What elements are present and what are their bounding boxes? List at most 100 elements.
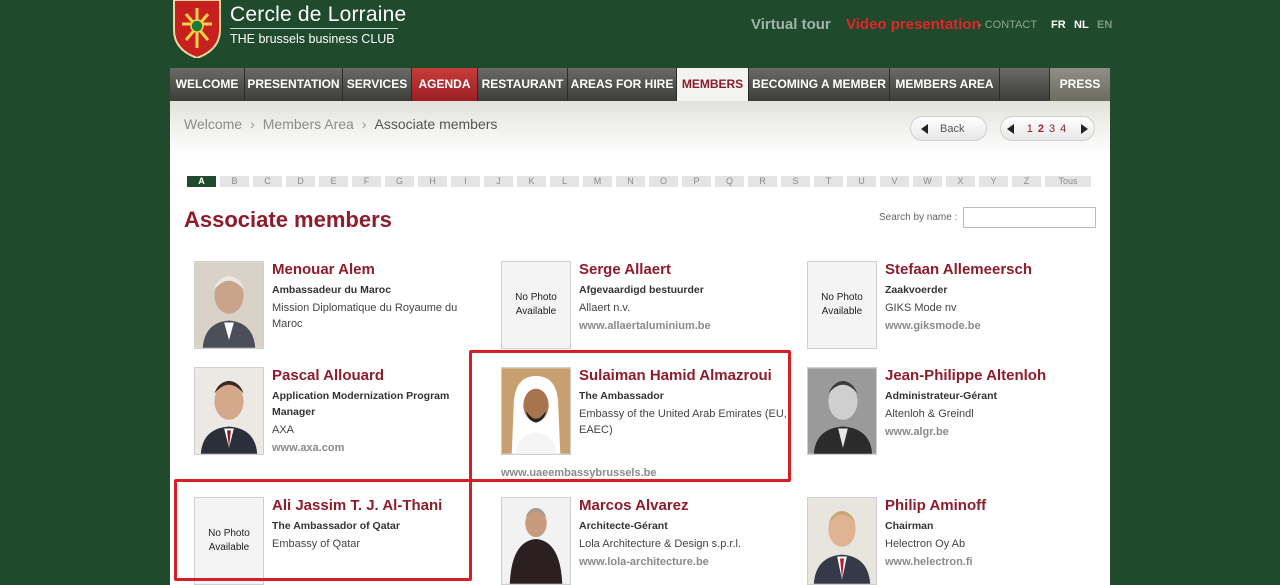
letter-d[interactable]: D	[286, 176, 315, 187]
letter-t[interactable]: T	[814, 176, 843, 187]
nav-restaurant[interactable]: RESTAURANT	[478, 68, 568, 101]
letter-e[interactable]: E	[319, 176, 348, 187]
member-photo[interactable]	[807, 497, 877, 585]
alphabet-filter: A B C D E F G H I J K L M N O P Q R S T …	[187, 176, 1091, 187]
chevron-right-icon: ›	[250, 116, 255, 132]
breadcrumb-current: Associate members	[374, 116, 498, 132]
member-role: Afgevaardigd bestuurder	[579, 284, 704, 296]
lang-nl-link[interactable]: NL	[1074, 19, 1089, 31]
lang-fr-link[interactable]: FR	[1051, 19, 1066, 31]
letter-h[interactable]: H	[418, 176, 447, 187]
page-3-link[interactable]: 3	[1048, 123, 1056, 135]
nav-spacer	[1000, 68, 1050, 101]
nav-becoming-a-member[interactable]: BECOMING A MEMBER	[749, 68, 890, 101]
letter-y[interactable]: Y	[979, 176, 1008, 187]
letter-p[interactable]: P	[682, 176, 711, 187]
page-4-link[interactable]: 4	[1059, 123, 1067, 135]
back-button[interactable]: Back	[910, 116, 987, 141]
nav-agenda[interactable]: AGENDA	[412, 68, 478, 101]
nav-areas-for-hire[interactable]: AREAS FOR HIRE	[568, 68, 677, 101]
member-org: GIKS Mode nv	[885, 302, 957, 314]
nav-welcome[interactable]: WELCOME	[170, 68, 245, 101]
search-label: Search by name :	[879, 212, 958, 223]
member-photo[interactable]: No Photo Available	[501, 261, 571, 349]
member-name[interactable]: Jean-Philippe Altenloh	[885, 367, 1095, 385]
member-photo[interactable]: No Photo Available	[807, 261, 877, 349]
member-name[interactable]: Stefaan Allemeersch	[885, 261, 1095, 279]
letter-q[interactable]: Q	[715, 176, 744, 187]
letter-x[interactable]: X	[946, 176, 975, 187]
highlight-box	[174, 479, 472, 581]
letter-z[interactable]: Z	[1012, 176, 1041, 187]
contact-link[interactable]: - CONTACT	[978, 19, 1037, 31]
letter-v[interactable]: V	[880, 176, 909, 187]
portrait-icon	[195, 368, 263, 454]
arrow-left-icon	[921, 123, 928, 134]
letter-u[interactable]: U	[847, 176, 876, 187]
page-title: Associate members	[184, 207, 392, 232]
letter-n[interactable]: N	[616, 176, 645, 187]
letter-s[interactable]: S	[781, 176, 810, 187]
breadcrumb-members-area[interactable]: Members Area	[263, 116, 354, 132]
nav-members-area[interactable]: MEMBERS AREA	[890, 68, 1000, 101]
brand-subtitle: THE brussels business CLUB	[230, 32, 395, 46]
member-role: Administrateur-Gérant	[885, 390, 998, 402]
letter-w[interactable]: W	[913, 176, 942, 187]
back-label: Back	[940, 122, 965, 135]
nav-services[interactable]: SERVICES	[343, 68, 412, 101]
page-1-link[interactable]: 1	[1026, 123, 1034, 135]
letter-i[interactable]: I	[451, 176, 480, 187]
letter-f[interactable]: F	[352, 176, 381, 187]
nav-press[interactable]: PRESS	[1050, 68, 1110, 101]
prev-page-icon[interactable]	[1007, 123, 1014, 134]
main-nav: WELCOME PRESENTATION SERVICES AGENDA RES…	[170, 68, 1110, 101]
member-role: Zaakvoerder	[885, 284, 948, 296]
letter-c[interactable]: C	[253, 176, 282, 187]
video-presentation-link[interactable]: Video presentation	[846, 16, 981, 33]
member-card: Pascal Allouard Application Modernizatio…	[194, 367, 484, 467]
letter-a[interactable]: A	[187, 176, 216, 187]
member-name[interactable]: Philip Aminoff	[885, 497, 1095, 515]
logo-shield-icon[interactable]	[172, 0, 222, 58]
member-website-link[interactable]: www.axa.com	[272, 440, 482, 456]
member-name[interactable]: Serge Allaert	[579, 261, 789, 279]
letter-tous[interactable]: Tous	[1045, 176, 1091, 187]
member-photo[interactable]	[807, 367, 877, 455]
member-name[interactable]: Marcos Alvarez	[579, 497, 789, 515]
brand-title[interactable]: Cercle de Lorraine	[230, 3, 406, 27]
letter-r[interactable]: R	[748, 176, 777, 187]
member-name[interactable]: Pascal Allouard	[272, 367, 482, 385]
member-name[interactable]: Menouar Alem	[272, 261, 482, 279]
member-photo[interactable]	[194, 261, 264, 349]
lang-en-link[interactable]: EN	[1097, 19, 1112, 31]
member-card: No Photo Available Serge Allaert Afgevaar…	[501, 261, 791, 361]
nav-members[interactable]: MEMBERS	[677, 68, 749, 101]
virtual-tour-link[interactable]: Virtual tour	[751, 16, 831, 33]
member-website-link[interactable]: www.giksmode.be	[885, 318, 1095, 334]
letter-g[interactable]: G	[385, 176, 414, 187]
letter-l[interactable]: L	[550, 176, 579, 187]
member-website-link[interactable]: www.algr.be	[885, 424, 1095, 440]
member-role: Architecte-Gérant	[579, 520, 668, 532]
letter-b[interactable]: B	[220, 176, 249, 187]
member-org: AXA	[272, 424, 295, 436]
search-input[interactable]	[963, 207, 1096, 228]
member-website-link[interactable]: www.allaertaluminium.be	[579, 318, 789, 334]
member-photo[interactable]	[194, 367, 264, 455]
breadcrumb-welcome[interactable]: Welcome	[184, 116, 242, 132]
letter-j[interactable]: J	[484, 176, 513, 187]
letter-o[interactable]: O	[649, 176, 678, 187]
nav-presentation[interactable]: PRESENTATION	[245, 68, 343, 101]
letter-m[interactable]: M	[583, 176, 612, 187]
portrait-icon	[808, 498, 876, 584]
next-page-icon[interactable]	[1081, 123, 1088, 134]
no-photo-placeholder: No Photo Available	[515, 292, 557, 317]
brand-divider	[230, 28, 398, 29]
member-photo[interactable]	[501, 497, 571, 585]
portrait-icon	[502, 498, 570, 584]
page-2-link[interactable]: 2	[1037, 123, 1045, 135]
member-website-link[interactable]: www.helectron.fi	[885, 554, 1095, 570]
letter-k[interactable]: K	[517, 176, 546, 187]
member-card: Jean-Philippe Altenloh Administrateur-Gé…	[807, 367, 1097, 467]
member-website-link[interactable]: www.lola-architecture.be	[579, 554, 789, 570]
